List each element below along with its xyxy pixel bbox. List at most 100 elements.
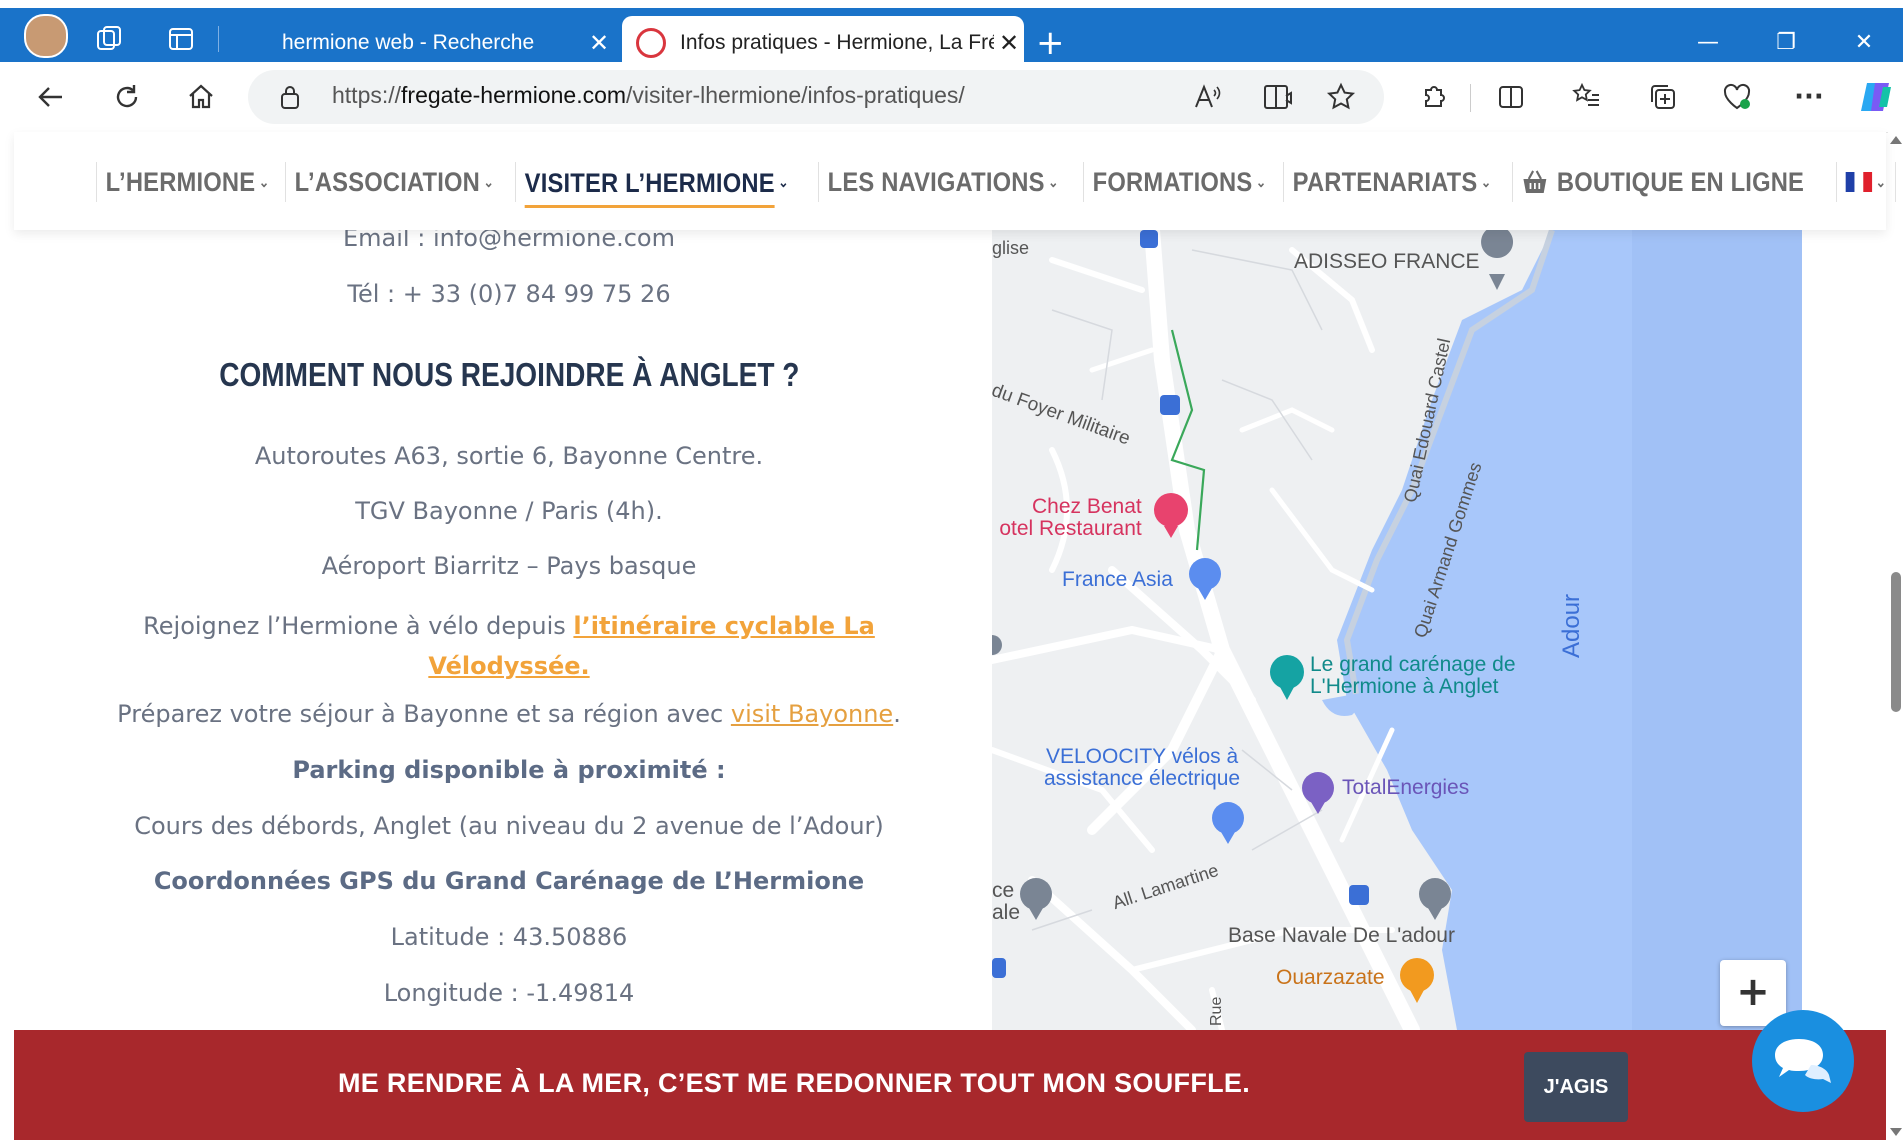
map-label-adisseo[interactable]: ADISSEO FRANCE xyxy=(1294,250,1480,274)
map-label-line: ale xyxy=(992,901,1021,924)
map-label-adour: Adour xyxy=(1558,593,1585,658)
section-heading: COMMENT NOUS REJOINDRE À ANGLET ? xyxy=(218,356,800,393)
menu-label: L’ASSOCIATION xyxy=(294,166,480,197)
close-tab-icon[interactable]: ✕ xyxy=(584,29,614,58)
extensions-icon[interactable] xyxy=(1412,76,1454,118)
map-label-grand-carenage[interactable]: Le grand carénage de L'Hermione à Anglet xyxy=(1310,654,1516,698)
split-screen-icon[interactable] xyxy=(1490,76,1532,118)
menu-label: PARTENARIATS xyxy=(1293,166,1478,197)
back-button[interactable] xyxy=(30,76,72,118)
phone-text: Tél : + 33 (0)7 84 99 75 26 xyxy=(347,280,671,308)
chevron-down-icon: ⌄ xyxy=(483,173,495,190)
menu-item-navigations[interactable]: LES NAVIGATIONS ⌄ xyxy=(817,162,1067,202)
tab-title: Infos pratiques - Hermione, La Frégate xyxy=(680,31,994,54)
address-bar[interactable]: https://fregate-hermione.com/visiter-lhe… xyxy=(248,70,1384,124)
latitude-text: Latitude : 43.50886 xyxy=(390,923,628,951)
map-label-veloocity[interactable]: VELOOCITY vélos à assistance électrique xyxy=(1044,746,1240,790)
menu-item-boutique[interactable]: BOUTIQUE EN LIGNE xyxy=(1512,162,1813,202)
profile-avatar[interactable] xyxy=(24,14,68,58)
close-tab-icon[interactable]: ✕ xyxy=(994,29,1024,58)
map-label-totalenergies[interactable]: TotalEnergies xyxy=(1342,776,1469,800)
map-label-eglise[interactable]: glise xyxy=(992,238,1029,259)
home-button[interactable] xyxy=(180,76,222,118)
url-text[interactable]: https://fregate-hermione.com/visiter-lhe… xyxy=(332,82,965,109)
map-label-rue: Rue xyxy=(1208,996,1225,1026)
scroll-thumb[interactable] xyxy=(1891,572,1901,712)
map-label-line: VELOOCITY vélos à xyxy=(1045,745,1239,768)
chevron-down-icon: ⌄ xyxy=(258,173,270,190)
map-label-line: L'Hermione à Anglet xyxy=(1310,675,1499,698)
velodyssee-link-continued[interactable]: Vélodyssée. xyxy=(428,652,589,680)
page-edge xyxy=(0,132,14,1140)
menu-item-visiter[interactable]: VISITER L’HERMIONE ⌄ xyxy=(514,162,798,208)
map-label-ouarzazate[interactable]: Ouarzazate xyxy=(1276,966,1385,990)
velodyssee-link[interactable]: l’itinéraire cyclable La xyxy=(573,612,874,640)
chat-bubble-icon xyxy=(1775,1039,1831,1083)
map-canvas xyxy=(992,230,1802,1030)
scroll-up-arrow-icon[interactable] xyxy=(1890,136,1902,144)
url-prefix: https:// xyxy=(332,82,402,108)
road-access-text: Autoroutes A63, sortie 6, Bayonne Centre… xyxy=(254,442,764,470)
map-label-chez-benat[interactable]: Chez Benat otel Restaurant xyxy=(999,495,1142,540)
chat-button[interactable] xyxy=(1752,1010,1854,1112)
chevron-down-icon: ⌄ xyxy=(1875,173,1887,190)
longitude-text: Longitude : -1.49814 xyxy=(383,979,635,1007)
airport-access-text: Aéroport Biarritz – Pays basque xyxy=(321,552,697,580)
gps-title: Coordonnées GPS du Grand Carénage de L’H… xyxy=(153,867,865,895)
stay-prefix: Préparez votre séjour à Bayonne et sa ré… xyxy=(117,700,731,728)
map-label-partial: ce ale xyxy=(992,880,1020,924)
menu-label: LES NAVIGATIONS xyxy=(827,166,1045,197)
url-domain: fregate-hermione.com xyxy=(401,82,627,108)
menu-item-association[interactable]: L’ASSOCIATION ⌄ xyxy=(284,162,503,202)
site-header: L’HERMIONE ⌄ L’ASSOCIATION ⌄ VISITER L’HER… xyxy=(14,132,1897,230)
menu-item-hermione[interactable]: L’HERMIONE ⌄ xyxy=(96,162,278,202)
map-label-base-navale[interactable]: Base Navale De L'adour xyxy=(1228,924,1455,948)
tab-actions-icon[interactable] xyxy=(166,24,196,54)
menu-item-formations[interactable]: FORMATIONS ⌄ xyxy=(1083,162,1275,202)
shopping-basket-icon xyxy=(1522,169,1548,195)
menu-label: FORMATIONS xyxy=(1092,166,1253,197)
chevron-down-icon: ⌄ xyxy=(1047,173,1059,190)
more-options-button[interactable]: ··· xyxy=(1788,76,1830,118)
menu-item-partenariats[interactable]: PARTENARIATS ⌄ xyxy=(1283,162,1500,202)
favorites-icon[interactable] xyxy=(1566,76,1608,118)
parking-text: Cours des débords, Anglet (au niveau du … xyxy=(134,812,884,840)
bottom-banner: ME RENDRE À LA MER, C’EST ME REDONNER TO… xyxy=(14,1030,1886,1140)
lock-icon[interactable] xyxy=(278,84,302,114)
location-map[interactable]: glise ADISSEO FRANCE du Foyer Militaire … xyxy=(992,230,1802,1030)
map-label-line: assistance électrique xyxy=(1044,767,1241,790)
collections-icon[interactable] xyxy=(1642,76,1684,118)
refresh-button[interactable] xyxy=(106,76,148,118)
language-selector[interactable]: ⌄ xyxy=(1836,162,1897,202)
stay-text: Préparez votre séjour à Bayonne et sa ré… xyxy=(14,700,1004,728)
menu-label: L’HERMIONE xyxy=(105,166,256,197)
browser-tab-bar: hermione web - Recherche ✕ Infos pratiqu… xyxy=(0,0,1903,70)
menu-label: BOUTIQUE EN LIGNE xyxy=(1557,166,1805,197)
map-label-line: otel Restaurant xyxy=(999,517,1142,540)
url-path: /visiter-lhermione/infos-pratiques/ xyxy=(626,82,965,108)
workspaces-icon[interactable] xyxy=(94,24,124,54)
chevron-down-icon: ⌄ xyxy=(1481,173,1492,190)
copilot-icon[interactable] xyxy=(1856,76,1898,118)
page-scrollbar[interactable] xyxy=(1888,132,1903,1140)
scroll-down-arrow-icon[interactable] xyxy=(1890,1128,1902,1136)
tab-title: hermione web - Recherche xyxy=(282,31,535,54)
practical-info-content: Email : info@hermione.com Tél : + 33 (0)… xyxy=(14,224,1004,1030)
main-menu: L’HERMIONE ⌄ L’ASSOCIATION ⌄ VISITER L’HER… xyxy=(96,162,1897,208)
banner-text: ME RENDRE À LA MER, C’EST ME REDONNER TO… xyxy=(338,1068,1251,1098)
map-label-france-asia[interactable]: France Asia xyxy=(1062,568,1173,592)
jagis-button[interactable]: J'AGIS xyxy=(1524,1052,1628,1122)
visit-bayonne-link[interactable]: visit Bayonne xyxy=(731,700,893,728)
parking-title: Parking disponible à proximité : xyxy=(292,756,726,784)
chevron-down-icon: ⌄ xyxy=(1255,173,1267,190)
address-toolbar: https://fregate-hermione.com/visiter-lhe… xyxy=(0,62,1903,133)
map-label-line: ce xyxy=(992,879,1015,902)
read-aloud-icon[interactable] xyxy=(1192,82,1222,116)
bike-access-text: Rejoignez l’Hermione à vélo depuis l’iti… xyxy=(14,606,1004,686)
immersive-reader-icon[interactable] xyxy=(1262,82,1294,116)
train-access-text: TGV Bayonne / Paris (4h). xyxy=(355,497,663,525)
browser-essentials-icon[interactable] xyxy=(1716,76,1758,118)
favorite-star-icon[interactable] xyxy=(1326,82,1356,116)
bike-prefix: Rejoignez l’Hermione à vélo depuis xyxy=(143,612,574,640)
map-label-line: Chez Benat xyxy=(1032,495,1142,518)
